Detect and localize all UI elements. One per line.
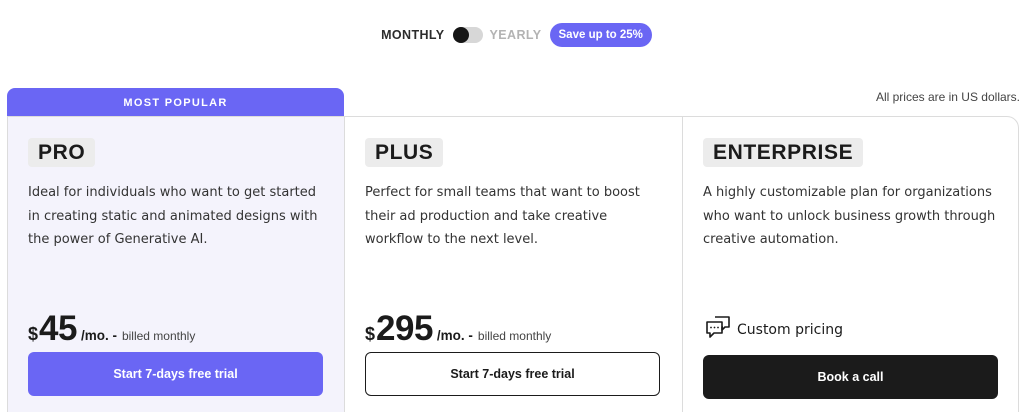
plan-name: PRO bbox=[28, 138, 96, 167]
billing-note: billed monthly bbox=[121, 329, 196, 343]
plan-card-pro: PRO Ideal for individuals who want to ge… bbox=[8, 117, 345, 412]
custom-pricing-label: Custom pricing bbox=[737, 322, 843, 338]
billing-note: billed monthly bbox=[477, 329, 552, 343]
plan-card-plus: PLUS Perfect for small teams that want t… bbox=[345, 117, 683, 412]
most-popular-banner: MOST POPULAR bbox=[7, 88, 344, 118]
billing-toggle: MONTHLY YEARLY Save up to 25% bbox=[0, 22, 1033, 48]
chat-bubbles-icon bbox=[706, 316, 730, 338]
start-trial-button-plus[interactable]: Start 7-days free trial bbox=[365, 352, 660, 396]
price-period: /mo. - bbox=[80, 328, 117, 343]
save-badge: Save up to 25% bbox=[549, 23, 652, 47]
yearly-label[interactable]: YEARLY bbox=[490, 28, 542, 42]
plan-description: A highly customizable plan for organizat… bbox=[703, 185, 996, 247]
plan-description: Perfect for small teams that want to boo… bbox=[365, 185, 640, 247]
switch-knob bbox=[452, 27, 469, 43]
plan-name: ENTERPRISE bbox=[703, 138, 864, 167]
start-trial-button-pro[interactable]: Start 7-days free trial bbox=[28, 352, 323, 396]
plan-description: Ideal for individuals who want to get st… bbox=[28, 185, 318, 247]
price-period: /mo. - bbox=[436, 328, 473, 343]
book-call-button[interactable]: Book a call bbox=[703, 355, 998, 399]
price: $ 45 /mo. - billed monthly bbox=[28, 309, 195, 349]
monthly-label[interactable]: MONTHLY bbox=[381, 28, 444, 42]
billing-period-switch[interactable] bbox=[452, 27, 483, 43]
custom-pricing: Custom pricing bbox=[705, 313, 843, 339]
pricing-plans: PRO Ideal for individuals who want to ge… bbox=[7, 116, 1019, 412]
price-amount: 295 bbox=[376, 309, 433, 348]
currency-symbol: $ bbox=[365, 324, 376, 344]
price: $ 295 /mo. - billed monthly bbox=[365, 309, 551, 349]
plan-name: PLUS bbox=[365, 138, 444, 167]
price-amount: 45 bbox=[39, 309, 77, 348]
plan-card-enterprise: ENTERPRISE A highly customizable plan fo… bbox=[683, 117, 1018, 412]
currency-symbol: $ bbox=[28, 324, 39, 344]
currency-note: All prices are in US dollars. bbox=[875, 90, 1020, 104]
